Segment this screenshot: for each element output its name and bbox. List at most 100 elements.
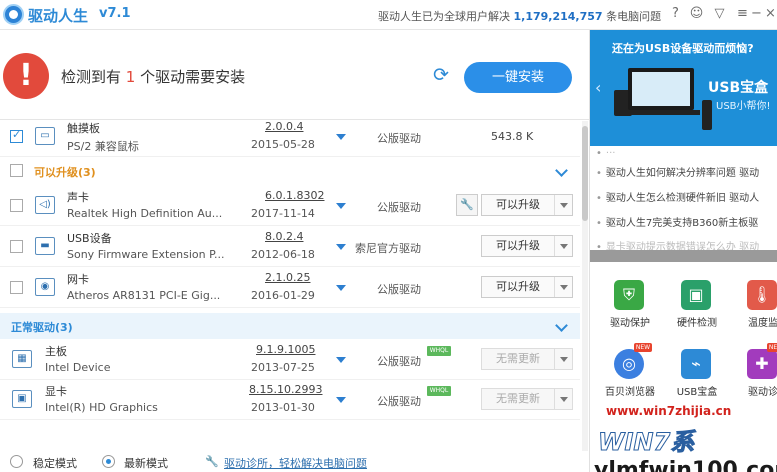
device-name: 触摸板 [67,122,100,135]
driver-version[interactable]: 2.0.0.4 [265,121,303,133]
device-name: 主板 [45,345,67,358]
device-name: 网卡 [67,273,89,286]
no-update-button[interactable]: 无需更新 [481,348,573,370]
banner-title: USB宝盒 [708,80,769,96]
chevron-down-icon[interactable] [554,349,572,369]
upgrade-label: 可以升级 [496,239,540,252]
section-normal[interactable]: 正常驱动(3) [0,313,580,339]
app-version: v7.1 [99,6,131,21]
tile-hardware-check[interactable]: ▣ 硬件检测 [667,274,727,340]
upgrade-button[interactable]: 可以升级 [481,194,573,216]
news-item[interactable]: 驱动人生怎么检测硬件新旧 驱动人 [596,189,777,204]
tile-driver-protect[interactable]: ⛨ 驱动保护 [600,274,660,340]
driver-panel: ! 检测到有 1 个驱动需要安装 ⟳ 一键安装 ▭ 触摸板 PS/2 兼容鼠标 … [0,30,589,472]
driver-row-network: ◉ 网卡 Atheros AR8131 PCI-E Gig... 2.1.0.2… [0,268,580,308]
chevron-left-icon[interactable]: ‹ [595,78,601,97]
version-dropdown-icon[interactable] [336,203,346,209]
news-item[interactable]: 驱动人生如何解决分辨率问题 驱动 [596,164,777,179]
title-bar: 驱动人生 v7.1 驱动人生已为全球用户解决 1,179,214,757 条电脑… [0,0,777,30]
app-logo-icon [3,4,24,25]
chevron-down-icon[interactable] [554,236,572,256]
tile-label: 驱动诊 [748,387,777,398]
driver-vendor: 公版驱动 [377,395,421,408]
row-checkbox[interactable] [10,281,23,294]
driver-date: 2013-07-25 [251,361,315,374]
tile-label: 硬件检测 [677,318,717,329]
tile-label: 驱动保护 [610,318,650,329]
refresh-icon[interactable]: ⟳ [430,64,452,86]
shield-icon: ⛨ [614,280,644,310]
row-checkbox[interactable] [10,199,23,212]
whql-badge: WHQL [427,386,451,396]
shirt-icon[interactable]: ▽ [711,5,728,22]
driver-version[interactable]: 8.0.2.4 [265,230,303,243]
close-icon[interactable]: × [762,5,777,22]
new-badge: NEW [767,343,777,352]
monitor-icon: ▣ [681,280,711,310]
browser-icon: ◎ [614,349,644,379]
chevron-down-icon[interactable] [554,195,572,215]
driver-vendor: 公版驱动 [377,355,421,368]
laptop-icon [622,68,700,115]
whql-badge: WHQL [427,346,451,356]
usb-box-banner[interactable]: 还在为USB设备驱动而烦恼? ‹ USB宝盒 USB小帮你! [590,30,777,146]
tile-temperature[interactable]: 🌡 温度监 [733,274,777,340]
driver-clinic-link[interactable]: 驱动诊所，轻松解决电脑问题 [224,455,367,471]
tile-driver-clinic[interactable]: ✚ NEW 驱动诊 [733,343,777,409]
scrollbar-thumb[interactable] [582,126,588,221]
banner-subtitle: USB小帮你! [716,101,771,112]
version-dropdown-icon[interactable] [336,285,346,291]
upgrade-button[interactable]: 可以升级 [481,235,573,257]
tile-browser[interactable]: ◎ NEW 百贝浏览器 [600,343,660,409]
solved-count: 1,179,214,757 [513,10,603,23]
version-dropdown-icon[interactable] [336,244,346,250]
stable-mode-radio[interactable] [10,455,23,468]
driver-version[interactable]: 2.1.0.25 [265,271,310,284]
motherboard-icon: ▦ [12,350,32,368]
doctor-icon: ✚ [747,349,777,379]
driver-row-graphics: ▣ 显卡 Intel(R) HD Graphics 8.15.10.2993 2… [0,380,580,420]
version-dropdown-icon[interactable] [336,357,346,363]
no-update-button[interactable]: 无需更新 [481,388,573,410]
driver-vendor: 公版驱动 [377,283,421,296]
chevron-down-icon[interactable] [554,389,572,409]
one-click-install-button[interactable]: 一键安装 [464,62,572,93]
detect-count: 1 [125,68,136,86]
driver-version[interactable]: 6.0.1.8302 [265,189,324,202]
stable-mode-label[interactable]: 稳定模式 [33,455,77,471]
latest-mode-label[interactable]: 最新模式 [124,455,168,471]
row-checkbox[interactable] [10,240,23,253]
usb-drive-icon: ▬ [35,237,55,255]
driver-version[interactable]: 8.15.10.2993 [249,383,322,396]
section-checkbox[interactable] [10,164,23,177]
detect-header: ! 检测到有 1 个驱动需要安装 ⟳ 一键安装 [0,30,589,120]
upgrade-button[interactable]: 可以升级 [481,276,573,298]
detect-summary: 检测到有 1 个驱动需要安装 [61,66,245,87]
driver-version[interactable]: 9.1.9.1005 [256,343,315,356]
device-desc: PS/2 兼容鼠标 [67,140,139,153]
row-checkbox[interactable] [10,128,23,143]
help-icon[interactable]: ? [667,5,684,22]
no-update-label: 无需更新 [496,392,540,405]
news-item[interactable]: 显卡驱动提示数据错误怎么办 驱动 [596,238,777,250]
news-item[interactable]: 驱动人生7完美支持B360新主板驱 [596,214,777,229]
section-upgradable[interactable]: 可以升级(3) [0,158,580,184]
scrollbar[interactable] [582,121,588,451]
chevron-down-icon[interactable] [554,277,572,297]
wrench-icon[interactable]: 🔧 [456,194,478,216]
usb-stick-icon [702,100,712,130]
watermark-site: www.win7zhijia.cn [606,404,732,418]
news-item[interactable]: ··· [596,148,777,159]
version-dropdown-icon[interactable] [336,134,346,140]
version-dropdown-icon[interactable] [336,397,346,403]
app-title: 驱动人生 [28,7,89,25]
chevron-down-icon[interactable] [555,164,568,177]
chevron-down-icon[interactable] [555,319,568,332]
latest-mode-radio[interactable] [102,455,115,468]
network-card-icon: ◉ [35,278,55,296]
divider-strip [590,250,777,262]
tile-label: 百贝浏览器 [605,387,655,398]
smile-icon[interactable]: ☺ [688,5,705,22]
tile-usb-box[interactable]: ⌁ USB宝盒 [667,343,727,409]
driver-row-motherboard: ▦ 主板 Intel Device 9.1.9.1005 2013-07-25 … [0,340,580,380]
